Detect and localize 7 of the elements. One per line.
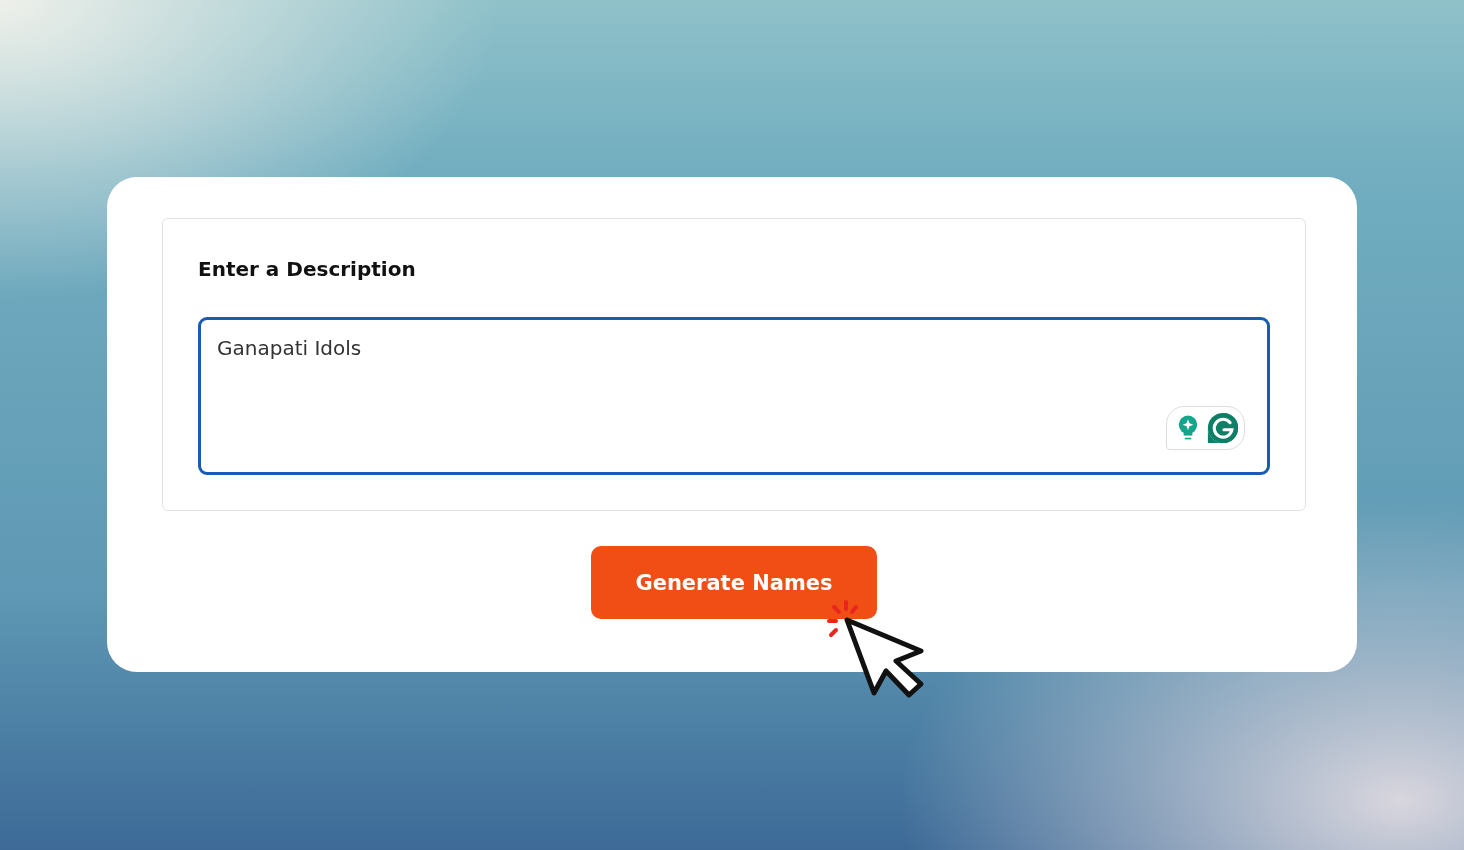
g-logo-icon[interactable]	[1207, 412, 1239, 444]
field-value: Ganapati Idols	[217, 336, 362, 360]
lightbulb-icon[interactable]	[1177, 415, 1199, 441]
description-field[interactable]: Ganapati Idols	[198, 317, 1270, 475]
field-label: Enter a Description	[198, 257, 417, 281]
generate-button[interactable]: Generate Names	[591, 546, 877, 619]
writing-assistant-widget[interactable]	[1166, 406, 1245, 450]
